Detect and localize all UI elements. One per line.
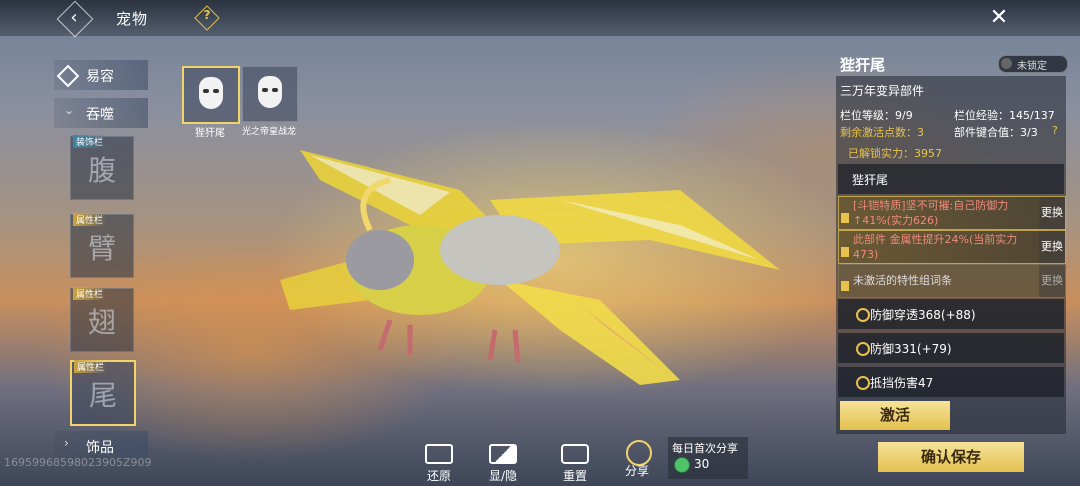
- nav-label: 吞噬: [86, 107, 114, 123]
- component-title: 三万年变异部件: [840, 84, 925, 98]
- page-title: 宠物: [116, 10, 149, 28]
- remaining-points: 剩余激活点数：3: [840, 126, 924, 139]
- attribute-text: 未激活的特性组词条: [853, 274, 952, 287]
- reset-button[interactable]: 重置: [550, 444, 600, 484]
- section-header: 狴犴尾: [838, 164, 1064, 194]
- slot-belly[interactable]: 装饰栏 腹: [70, 135, 134, 200]
- unlocked-power: 已解锁实力：3957: [848, 147, 942, 160]
- note-icon: [841, 213, 849, 223]
- share-button[interactable]: 分享: [612, 462, 662, 479]
- pet-card[interactable]: [242, 66, 298, 122]
- stat-text: 防御穿透368(+88): [870, 308, 976, 322]
- slot-glyph: 尾: [88, 379, 117, 412]
- activate-button[interactable]: 激活: [840, 401, 950, 430]
- slot-wing[interactable]: 属性栏 翅: [70, 287, 134, 352]
- chevron-right-icon: ›: [64, 436, 69, 450]
- info-icon[interactable]: ?: [1052, 124, 1058, 137]
- player-id-watermark: 16959968598023905Z909: [4, 456, 152, 469]
- slot-level: 栏位等级：9/9: [840, 109, 913, 122]
- mask-icon: [199, 77, 223, 109]
- nav-label: 易容: [86, 69, 114, 85]
- attribute-entry-3[interactable]: 未激活的特性组词条 更换: [838, 264, 1066, 298]
- restore-label: 还原: [426, 469, 451, 483]
- camera-icon: [561, 444, 589, 464]
- close-icon[interactable]: ✕: [986, 5, 1012, 31]
- daily-share-title: 每日首次分享: [672, 442, 738, 455]
- swap-button[interactable]: 更换: [1039, 197, 1065, 229]
- pet-card-selected[interactable]: [182, 66, 240, 124]
- swap-button[interactable]: 更换: [1039, 231, 1065, 263]
- lock-label: 未锁定: [1017, 61, 1047, 72]
- daily-share-reward: 每日首次分享 30: [668, 437, 748, 479]
- diamond-icon: [56, 64, 80, 88]
- note-icon: [841, 247, 849, 257]
- restore-icon: [425, 444, 453, 464]
- pet-creature-model: [280, 150, 780, 385]
- visibility-icon: [489, 444, 517, 464]
- section-title: 狴犴尾: [852, 173, 889, 187]
- attribute-text: [斗铠特质]坚不可摧:自己防御力↑41%(实力626): [853, 199, 1009, 227]
- stat-row: 防御331(+79): [838, 333, 1064, 363]
- attribute-entry-1[interactable]: [斗铠特质]坚不可摧:自己防御力↑41%(实力626) 更换: [838, 196, 1066, 230]
- toggle-visibility-button[interactable]: 显/隐: [478, 444, 528, 484]
- slot-tag: 装饰栏: [73, 135, 107, 148]
- back-arrow-icon: ‹: [70, 7, 78, 28]
- slot-tag: 属性栏: [73, 213, 107, 226]
- pet-name: 狴犴尾: [195, 128, 225, 139]
- daily-share-value: 30: [694, 457, 710, 471]
- attribute-text: 此部件 金属性提升24%(当前实力473): [853, 233, 1018, 261]
- top-bar: [0, 0, 1080, 36]
- slot-tail[interactable]: 属性栏 尾: [70, 360, 136, 426]
- stat-row: 防御穿透368(+88): [838, 299, 1064, 329]
- slot-tag: 属性栏: [73, 287, 107, 300]
- help-question-mark: ?: [203, 8, 211, 22]
- slot-glyph: 翅: [87, 306, 116, 339]
- part-name: 狴犴尾: [840, 56, 886, 74]
- share-label: 分享: [624, 464, 649, 478]
- stat-row: 抵挡伤害47: [838, 367, 1064, 397]
- nav-item-disguise[interactable]: 易容: [54, 60, 148, 90]
- toggle-label: 显/隐: [488, 469, 518, 483]
- slot-glyph: 臂: [87, 232, 116, 265]
- reset-label: 重置: [562, 469, 587, 483]
- restore-button[interactable]: 还原: [414, 444, 464, 484]
- stat-text: 抵挡伤害47: [870, 376, 934, 390]
- slot-tag: 属性栏: [74, 360, 108, 373]
- nav-label: 饰品: [86, 440, 114, 456]
- slot-glyph: 腹: [87, 154, 116, 187]
- stat-text: 防御331(+79): [870, 342, 952, 356]
- chevron-down-icon: ⌄: [64, 103, 75, 117]
- nav-item-devour[interactable]: ⌄ 吞噬: [54, 98, 148, 128]
- lock-toggle[interactable]: 未锁定: [998, 55, 1068, 73]
- slot-exp: 栏位经验：145/137: [954, 109, 1055, 122]
- moon-icon: [856, 342, 870, 356]
- slot-arm[interactable]: 属性栏 臂: [70, 213, 134, 278]
- mask-icon: [258, 76, 282, 108]
- toggle-knob: [1001, 58, 1012, 69]
- swap-button[interactable]: 更换: [1039, 265, 1065, 297]
- shield-icon: [856, 376, 870, 390]
- moon-icon: [856, 308, 870, 322]
- coin-icon: [674, 457, 690, 473]
- fit-value: 部件键合值：3/3: [954, 126, 1038, 139]
- note-icon: [841, 281, 849, 291]
- confirm-save-button[interactable]: 确认保存: [878, 442, 1024, 472]
- attribute-entry-2[interactable]: 此部件 金属性提升24%(当前实力473) 更换: [838, 230, 1066, 264]
- pet-name: 光之帝皇战龙: [241, 127, 296, 137]
